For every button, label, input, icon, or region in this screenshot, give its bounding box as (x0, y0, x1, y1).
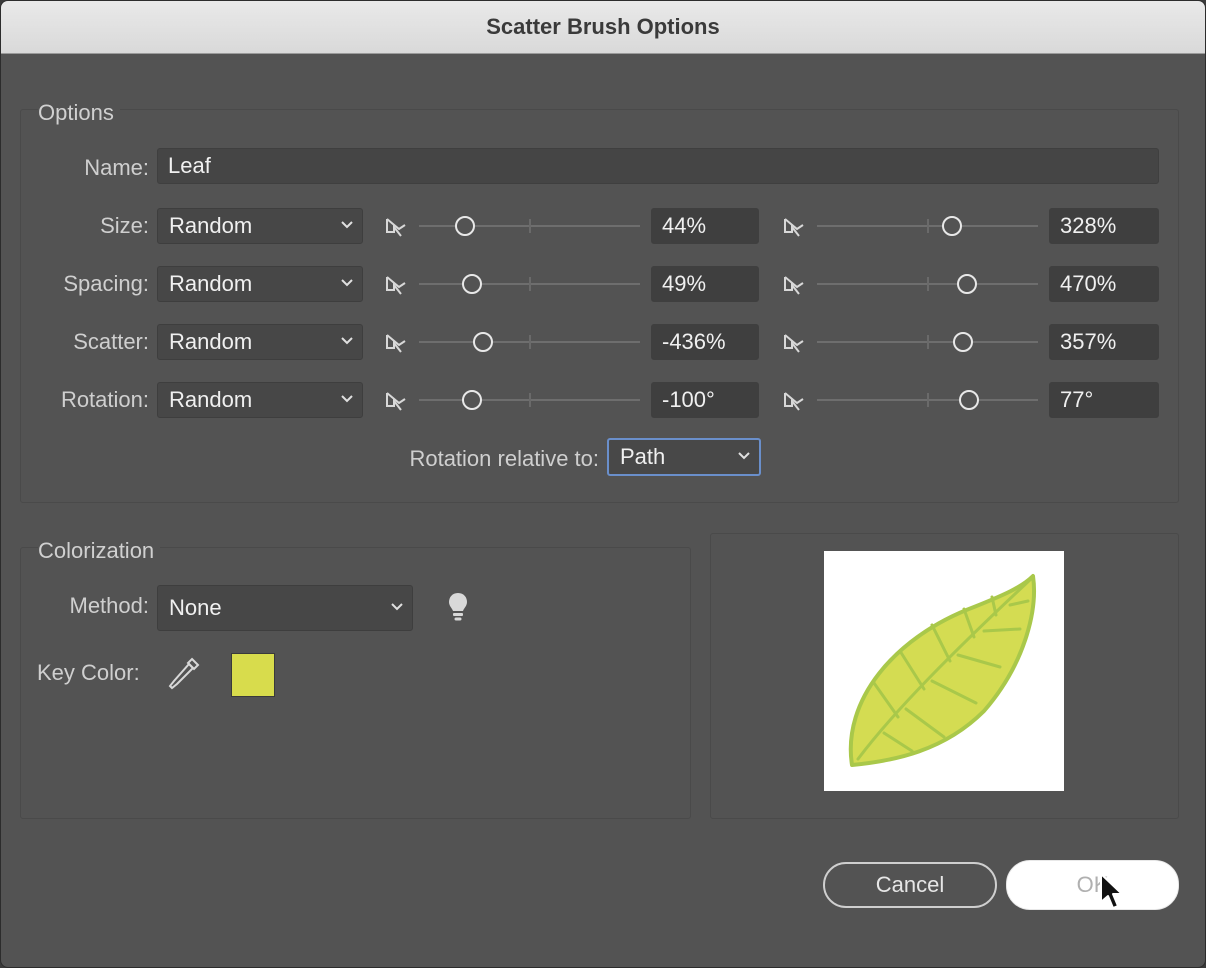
key-color-swatch[interactable] (231, 653, 275, 697)
chevron-down-icon (341, 221, 353, 229)
chevron-down-icon (341, 395, 353, 403)
slider-center-tick (529, 219, 531, 233)
slider-center-tick (927, 277, 929, 291)
scatter-max-slider[interactable] (817, 327, 1038, 357)
spacing-min-slider[interactable] (419, 269, 640, 299)
slider-center-tick (927, 335, 929, 349)
scatter-brush-options-dialog: Scatter Brush Options Options Name: Leaf… (0, 0, 1206, 968)
spacing-max-input[interactable]: 470% (1049, 266, 1159, 302)
chevron-down-icon (738, 452, 750, 460)
slider-knob[interactable] (462, 274, 483, 294)
mouse-cursor-icon (1100, 873, 1123, 909)
spacing-max-slider[interactable] (817, 269, 1038, 299)
size-label: Size: (100, 213, 149, 238)
pressure-icon (386, 392, 406, 411)
chevron-down-icon (391, 603, 403, 611)
rotation-method-select[interactable]: Random (157, 382, 363, 418)
key-color-label: Key Color: (37, 660, 140, 685)
scatter-method-select[interactable]: Random (157, 324, 363, 360)
brush-preview (824, 551, 1064, 791)
scatter-label: Scatter: (73, 329, 149, 354)
name-label: Name: (84, 155, 149, 180)
cancel-button[interactable]: Cancel (823, 862, 997, 908)
slider-knob[interactable] (952, 332, 973, 352)
slider-knob[interactable] (941, 216, 962, 236)
slider-center-tick (927, 219, 929, 233)
rotation-relative-value: Path (620, 444, 666, 469)
slider-center-tick (529, 393, 531, 407)
spacing-method-value: Random (169, 271, 253, 296)
scatter-method-value: Random (169, 329, 253, 354)
rotation-relative-label: Rotation relative to: (409, 446, 599, 471)
leaf-preview-image (848, 574, 1036, 767)
scatter-min-input[interactable]: -436% (651, 324, 759, 360)
rotation-method-value: Random (169, 387, 253, 412)
scatter-min-slider[interactable] (419, 327, 640, 357)
rotation-max-slider[interactable] (817, 385, 1038, 415)
rotation-relative-select[interactable]: Path (607, 438, 761, 476)
tips-lightbulb-icon[interactable] (447, 591, 469, 623)
eyedropper-icon[interactable] (167, 656, 201, 692)
slider-knob[interactable] (957, 274, 978, 294)
name-input[interactable]: Leaf (157, 148, 1159, 184)
rotation-min-slider[interactable] (419, 385, 640, 415)
size-min-slider[interactable] (419, 211, 640, 241)
pressure-icon (784, 334, 804, 353)
size-method-select[interactable]: Random (157, 208, 363, 244)
pressure-icon (386, 334, 406, 353)
pressure-icon (784, 218, 804, 237)
slider-knob[interactable] (473, 332, 494, 352)
slider-knob[interactable] (959, 390, 980, 410)
rotation-label: Rotation: (60, 387, 149, 412)
spacing-label: Spacing: (63, 271, 149, 296)
pressure-icon (784, 276, 804, 295)
chevron-down-icon (341, 337, 353, 345)
pressure-icon (386, 218, 406, 237)
size-max-input[interactable]: 328% (1049, 208, 1159, 244)
method-label: Method: (69, 593, 150, 618)
size-min-input[interactable]: 44% (651, 208, 759, 244)
slider-center-tick (927, 393, 929, 407)
pressure-icon (784, 392, 804, 411)
colorization-group-title: Colorization (38, 538, 161, 564)
rotation-min-input[interactable]: -100° (651, 382, 759, 418)
slider-knob[interactable] (462, 390, 483, 410)
spacing-min-input[interactable]: 49% (651, 266, 759, 302)
method-select[interactable]: None (157, 585, 413, 631)
rotation-max-input[interactable]: 77° (1049, 382, 1159, 418)
method-value: None (169, 595, 222, 620)
pressure-icon (386, 276, 406, 295)
size-max-slider[interactable] (817, 211, 1038, 241)
chevron-down-icon (341, 279, 353, 287)
slider-knob[interactable] (455, 216, 476, 236)
options-group-title: Options (38, 100, 120, 126)
scatter-max-input[interactable]: 357% (1049, 324, 1159, 360)
ok-button[interactable]: OK (1006, 860, 1179, 910)
slider-center-tick (529, 277, 531, 291)
slider-center-tick (529, 335, 531, 349)
dialog-title: Scatter Brush Options (1, 1, 1205, 54)
spacing-method-select[interactable]: Random (157, 266, 363, 302)
size-method-value: Random (169, 213, 253, 238)
